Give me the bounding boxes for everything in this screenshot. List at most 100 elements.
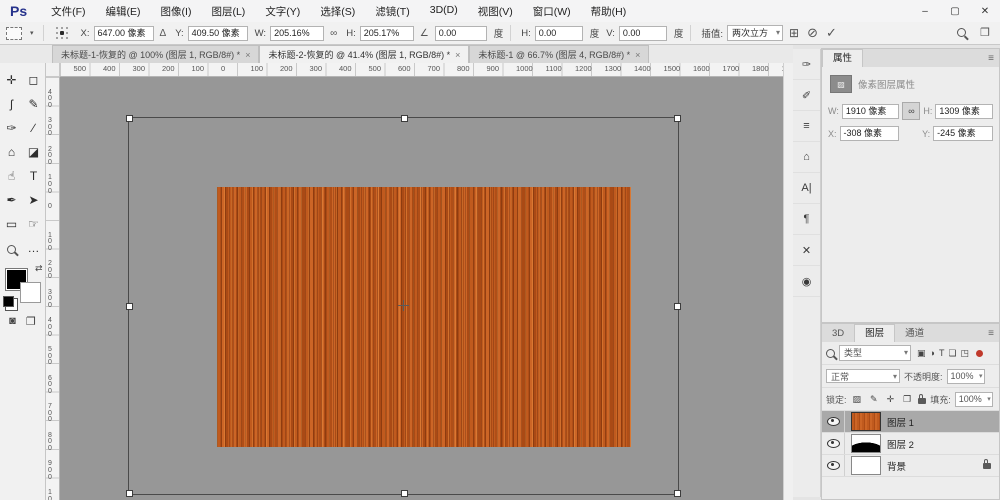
menubar-item[interactable]: 窗口(W) (523, 4, 581, 19)
zoom-tool[interactable] (1, 237, 23, 261)
maximize-button[interactable]: ▢ (940, 0, 970, 22)
prop-height-field[interactable]: 1309 像素 (935, 104, 993, 119)
libraries-panel-icon[interactable]: ⌂ (793, 142, 820, 173)
tab-close-icon[interactable]: × (635, 50, 640, 60)
move-tool[interactable]: ✛ (1, 69, 23, 93)
rotation-field[interactable]: 0.00 (435, 26, 487, 41)
layer-row[interactable]: 图层 1 (822, 411, 999, 433)
layer-filter-toggle[interactable] (976, 350, 983, 357)
prop-x-field[interactable]: -308 像素 (840, 126, 900, 141)
preset-dropdown-arrow-icon[interactable]: ▾ (28, 29, 36, 37)
interpolation-dropdown[interactable]: 两次立方 (727, 25, 783, 41)
quick-selection-tool[interactable]: ✎ (23, 93, 45, 117)
fill-field[interactable]: 100% (955, 392, 993, 407)
transform-handle[interactable] (674, 115, 681, 122)
menubar-item[interactable]: 3D(D) (420, 4, 468, 19)
pen-tool[interactable]: ✒ (1, 189, 23, 213)
reference-point-locator[interactable] (55, 26, 70, 41)
search-icon[interactable] (957, 28, 966, 37)
prop-y-field[interactable]: -245 像素 (933, 126, 993, 141)
clone-stamp-tool[interactable]: ⌂ (1, 141, 23, 165)
prop-link-dimensions-icon[interactable]: ∞ (902, 102, 920, 120)
document-tab[interactable]: 未标题-1-恢复的 @ 100% (图层 1, RGB/8#) *× (52, 45, 259, 63)
ruler-corner[interactable] (46, 63, 60, 77)
cancel-transform-icon[interactable]: ⊘ (805, 25, 820, 41)
lock-position-icon[interactable]: ✛ (885, 394, 897, 405)
prop-width-field[interactable]: 1910 像素 (842, 104, 900, 119)
opacity-field[interactable]: 100% (947, 369, 985, 384)
maintain-aspect-ratio-icon[interactable]: ∞ (328, 28, 339, 39)
minimize-button[interactable]: – (910, 0, 940, 22)
clone-source-panel-icon[interactable]: ≡ (793, 111, 820, 142)
close-button[interactable]: ✕ (970, 0, 1000, 22)
brush-tool[interactable]: ∕ (23, 117, 45, 141)
filter-type-layers-icon[interactable]: T (937, 348, 947, 358)
character-panel-icon[interactable]: A| (793, 173, 820, 204)
paragraph-panel-icon[interactable]: ¶ (793, 204, 820, 235)
filter-shape-layers-icon[interactable]: ❏ (946, 348, 958, 359)
transform-handle[interactable] (126, 115, 133, 122)
tool-presets-panel-icon[interactable]: ✕ (793, 235, 820, 266)
creative-cloud-icon[interactable]: ◉ (793, 266, 820, 297)
filter-adjustment-layers-icon[interactable]: ◑ (928, 348, 937, 358)
layer-row[interactable]: 背景 (822, 455, 999, 477)
lock-all-icon[interactable] (918, 398, 926, 404)
lock-artboard-icon[interactable]: ❐ (901, 394, 913, 405)
properties-menu-icon[interactable]: ≡ (988, 53, 994, 64)
tab-close-icon[interactable]: × (455, 50, 460, 60)
horizontal-ruler[interactable]: 5004003002001000100200300400500600700800… (60, 63, 783, 77)
transform-handle[interactable] (126, 490, 133, 497)
layer-visibility-toggle[interactable] (822, 455, 845, 476)
tool-preset-icon[interactable] (6, 27, 22, 40)
menubar-item[interactable]: 帮助(H) (581, 4, 637, 19)
transform-center-point[interactable] (398, 300, 409, 311)
layer-filter-type-dropdown[interactable]: 类型 (839, 345, 911, 361)
path-selection-tool[interactable]: ➤ (23, 189, 45, 213)
menubar-item[interactable]: 图层(L) (201, 4, 255, 19)
tab-3D[interactable]: 3D (822, 325, 854, 342)
transform-handle[interactable] (401, 490, 408, 497)
blend-mode-dropdown[interactable]: 正常 (826, 369, 900, 383)
layer-thumbnail[interactable] (851, 456, 881, 475)
document-tab[interactable]: 未标题-1 @ 66.7% (图层 4, RGB/8#) *× (469, 45, 649, 63)
lasso-tool[interactable]: ʃ (1, 93, 23, 117)
brushes-panel-icon[interactable]: ✐ (793, 80, 820, 111)
document-canvas[interactable] (60, 77, 783, 500)
layer-row[interactable]: 图层 2 (822, 433, 999, 455)
layer-thumbnail[interactable] (851, 434, 881, 453)
width-field[interactable]: 205.16% (270, 26, 324, 41)
quick-mask-button[interactable]: ◙ (9, 315, 16, 328)
document-tab[interactable]: 未标题-2-恢复的 @ 41.4% (图层 1, RGB/8#) *× (259, 45, 469, 63)
transform-bounding-box[interactable] (128, 117, 679, 495)
menubar-item[interactable]: 文件(F) (41, 4, 95, 19)
warp-mode-switch-icon[interactable]: ⊞ (787, 26, 801, 40)
layer-thumbnail[interactable] (851, 412, 881, 431)
rectangular-marquee-tool[interactable]: ◻ (23, 69, 45, 93)
lock-image-icon[interactable]: ✎ (868, 394, 880, 405)
v-skew-field[interactable]: 0.00 (619, 26, 667, 41)
hand-tool[interactable]: ☞ (23, 213, 45, 237)
type-tool[interactable]: T (23, 165, 45, 189)
workspace-switcher-icon[interactable]: ❐ (980, 26, 990, 39)
h-skew-field[interactable]: 0.00 (535, 26, 583, 41)
transform-handle[interactable] (674, 490, 681, 497)
transform-handle[interactable] (674, 303, 681, 310)
eraser-tool[interactable]: ◪ (23, 141, 45, 165)
vertical-ruler[interactable]: 4 0 03 0 02 0 01 0 001 0 02 0 03 0 04 0 … (46, 77, 60, 500)
layer-visibility-toggle[interactable] (822, 411, 845, 432)
tab-properties[interactable]: 属性 (822, 49, 863, 67)
menubar-item[interactable]: 选择(S) (310, 4, 365, 19)
canvas-vertical-scrollbar[interactable] (783, 63, 793, 500)
tab-close-icon[interactable]: × (245, 50, 250, 60)
menubar-item[interactable]: 编辑(E) (96, 4, 151, 19)
dodge-tool[interactable]: ☝ (1, 165, 23, 189)
menubar-item[interactable]: 文字(Y) (255, 4, 310, 19)
layers-menu-icon[interactable]: ≡ (988, 328, 994, 339)
menubar-item[interactable]: 图像(I) (151, 4, 202, 19)
rectangle-tool[interactable]: ▭ (1, 213, 23, 237)
swap-colors-icon[interactable]: ⇄ (35, 263, 43, 274)
lock-transparency-icon[interactable]: ▨ (851, 394, 864, 405)
height-field[interactable]: 205.17% (360, 26, 414, 41)
layer-visibility-toggle[interactable] (822, 433, 845, 454)
tab-图层[interactable]: 图层 (854, 324, 895, 342)
